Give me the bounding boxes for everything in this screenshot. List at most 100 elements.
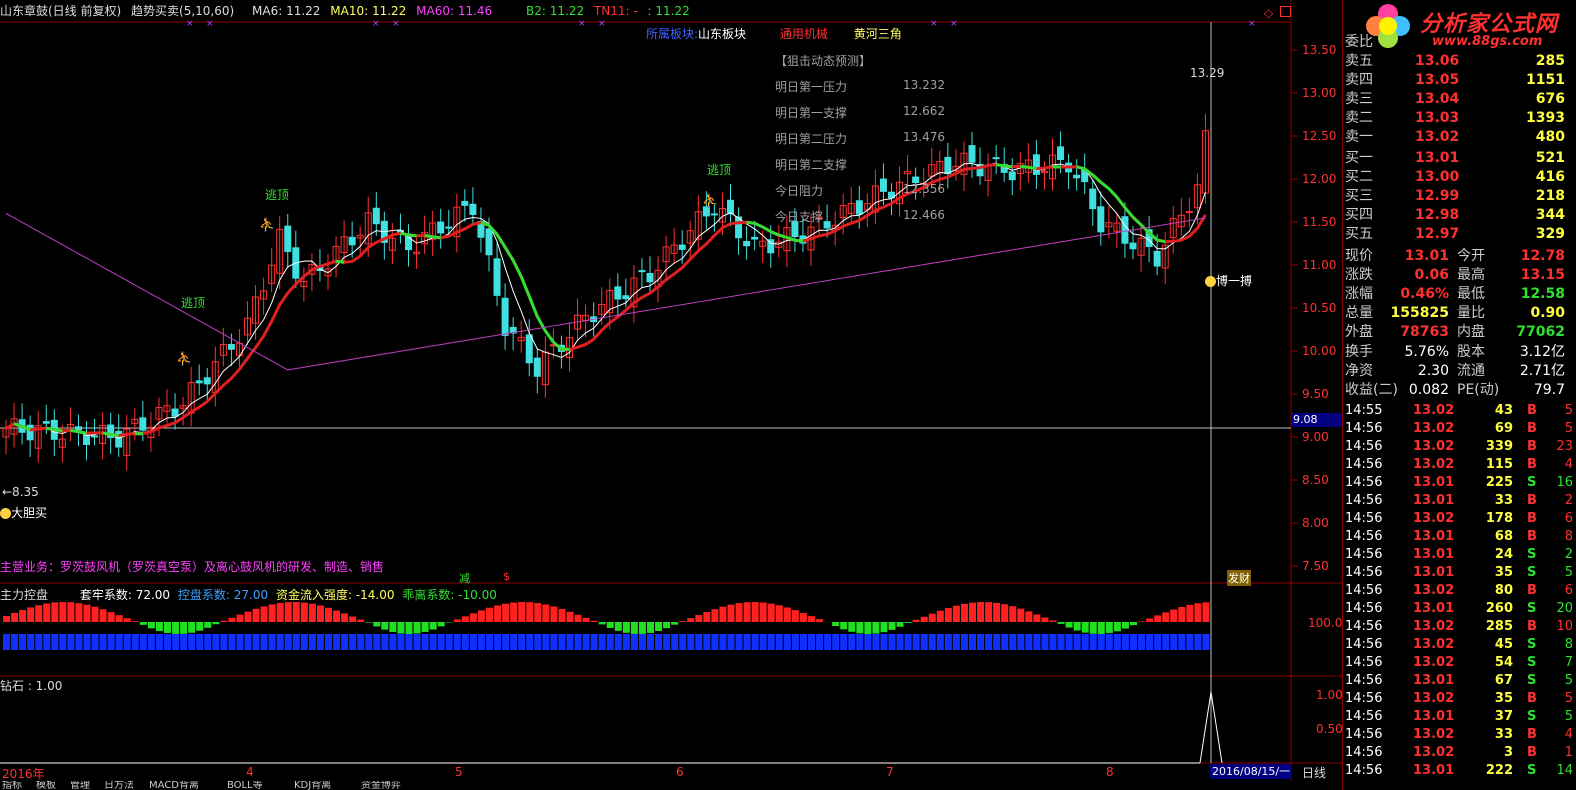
control-bar-red xyxy=(944,608,952,622)
candle-body xyxy=(622,295,630,300)
quote-value: 0.46% xyxy=(1400,286,1449,302)
control-bar-blue xyxy=(759,634,767,650)
quote-value: 12.58 xyxy=(1520,286,1565,302)
tick-time: 14:56 xyxy=(1345,547,1383,562)
bid-row[interactable]: 买二 13.00 416 xyxy=(1343,168,1576,187)
control-bar-red xyxy=(558,608,566,622)
tick-count: 20 xyxy=(1556,601,1573,616)
control-bar-blue xyxy=(936,634,944,650)
tick-side: S xyxy=(1527,475,1537,490)
period-button[interactable]: 日线 xyxy=(1302,764,1326,781)
control-bar-blue xyxy=(791,634,799,650)
control-bar-blue xyxy=(1089,634,1097,650)
signal-dollar: $ xyxy=(503,570,510,583)
control-bar-blue xyxy=(1041,634,1049,650)
fund-label: 净资 xyxy=(1345,363,1373,379)
time-axis-label: 5 xyxy=(455,765,463,779)
sub2-title[interactable]: 钻石 : 1.00 xyxy=(0,677,62,694)
kline-chart[interactable]: × × × × × × × × × xyxy=(0,0,1342,781)
sector-region[interactable]: 山东板块 xyxy=(698,27,746,41)
bottom-tab[interactable]: 管理 xyxy=(70,781,90,790)
control-bar-blue xyxy=(220,634,228,650)
bid-row[interactable]: 买四 12.98 344 xyxy=(1343,206,1576,225)
bottom-tab[interactable]: MACD背离 xyxy=(149,781,199,790)
quote-value: 78763 xyxy=(1400,324,1449,340)
trend-green-segment xyxy=(408,233,417,238)
tick-price: 13.02 xyxy=(1413,637,1455,652)
candle-body xyxy=(727,199,734,215)
control-bar-blue xyxy=(316,634,324,650)
candle-body xyxy=(533,357,541,377)
ask-row[interactable]: 卖二 13.03 1393 xyxy=(1343,109,1576,128)
quote-value: 77062 xyxy=(1516,324,1565,340)
candle-body xyxy=(445,226,453,229)
sector-industry[interactable]: 通用机械 xyxy=(780,27,828,41)
price-axis-label: 9.00 xyxy=(1302,430,1329,444)
bottom-tab[interactable]: 指标 xyxy=(2,781,22,790)
ask-row[interactable]: 卖一 13.02 480 xyxy=(1343,128,1576,147)
tick-price: 13.02 xyxy=(1413,619,1455,634)
control-bar-green xyxy=(638,622,646,634)
control-bar-blue xyxy=(292,634,300,650)
control-bar-blue xyxy=(622,634,630,650)
ask-volume: 480 xyxy=(1535,129,1565,145)
bid-row[interactable]: 买五 12.97 329 xyxy=(1343,225,1576,244)
signal-escape-top: 逃顶 xyxy=(181,296,206,310)
ask-row[interactable]: 卖三 13.04 676 xyxy=(1343,90,1576,109)
control-bar-blue xyxy=(703,634,711,650)
tick-price: 13.01 xyxy=(1413,547,1455,562)
bold-buy-label: 大胆买 xyxy=(11,506,48,520)
sector-concept[interactable]: 黄河三角 xyxy=(854,27,902,41)
control-bar-red xyxy=(767,603,775,622)
bid-row[interactable]: 买三 12.99 218 xyxy=(1343,187,1576,206)
control-bar-blue xyxy=(1178,634,1186,650)
candle-body xyxy=(461,200,469,206)
ask-row[interactable]: 卖五 13.06 285 xyxy=(1343,52,1576,71)
tick-time: 14:56 xyxy=(1345,439,1383,454)
bottom-tab[interactable]: BOLL等 xyxy=(227,781,263,790)
restore-icon[interactable]: ◇ xyxy=(1264,6,1273,20)
tick-row: 14:56 13.01 68 B 8 xyxy=(1343,528,1576,546)
bottom-tab[interactable]: KDJ背离 xyxy=(294,781,331,790)
candle-body xyxy=(42,421,50,424)
control-bar-blue xyxy=(1113,634,1121,650)
control-bar-green xyxy=(429,622,437,630)
quote-sidebar: 委比 卖五 13.06 285 卖四 13.05 1151 卖三 13.04 6… xyxy=(1342,0,1576,790)
quote-value: 13.15 xyxy=(1520,267,1565,283)
bottom-tab[interactable]: 模板 xyxy=(36,781,56,790)
tick-row: 14:56 13.02 69 B 5 xyxy=(1343,420,1576,438)
sub1-title[interactable]: 主力控盘 xyxy=(0,588,48,602)
tick-count: 5 xyxy=(1564,673,1573,688)
bid-row[interactable]: 买一 13.01 521 xyxy=(1343,149,1576,168)
trend-green-segment xyxy=(1020,164,1029,169)
tick-volume: 35 xyxy=(1494,691,1513,706)
ask-row[interactable]: 卖四 13.05 1151 xyxy=(1343,71,1576,90)
bid-price: 12.97 xyxy=(1415,226,1460,242)
control-bar-blue xyxy=(1130,634,1137,650)
control-bar-blue xyxy=(904,634,912,650)
tick-price: 13.02 xyxy=(1413,655,1455,670)
control-bar-red xyxy=(1194,603,1202,622)
control-bar-red xyxy=(1033,614,1041,622)
fund-label: 收益(二) xyxy=(1345,382,1398,398)
control-bar-blue xyxy=(494,634,502,650)
tick-time: 14:56 xyxy=(1345,727,1383,742)
tick-count: 4 xyxy=(1564,727,1573,742)
bottom-tab[interactable]: 日方法 xyxy=(104,781,134,790)
control-bar-blue xyxy=(260,634,268,650)
tick-side: B xyxy=(1527,529,1537,544)
control-bar-blue xyxy=(67,634,75,650)
tick-row: 14:56 13.02 178 B 6 xyxy=(1343,510,1576,528)
control-bar-green xyxy=(872,622,880,634)
candle-body xyxy=(469,203,477,215)
control-bar-green xyxy=(848,622,856,632)
tick-volume: 225 xyxy=(1485,475,1513,490)
bottom-tabs: 指标 模板 管理 日方法 MACD背离 BOLL等 KDJ背离 资金博弈 xyxy=(0,781,1342,790)
control-bar-red xyxy=(228,617,236,622)
window-icon[interactable] xyxy=(1280,6,1291,17)
bottom-tab[interactable]: 资金博弈 xyxy=(361,781,401,790)
control-bar-blue xyxy=(35,634,43,650)
control-bar-blue xyxy=(300,634,308,650)
control-bar-blue xyxy=(147,634,155,650)
tick-time: 14:56 xyxy=(1345,601,1383,616)
